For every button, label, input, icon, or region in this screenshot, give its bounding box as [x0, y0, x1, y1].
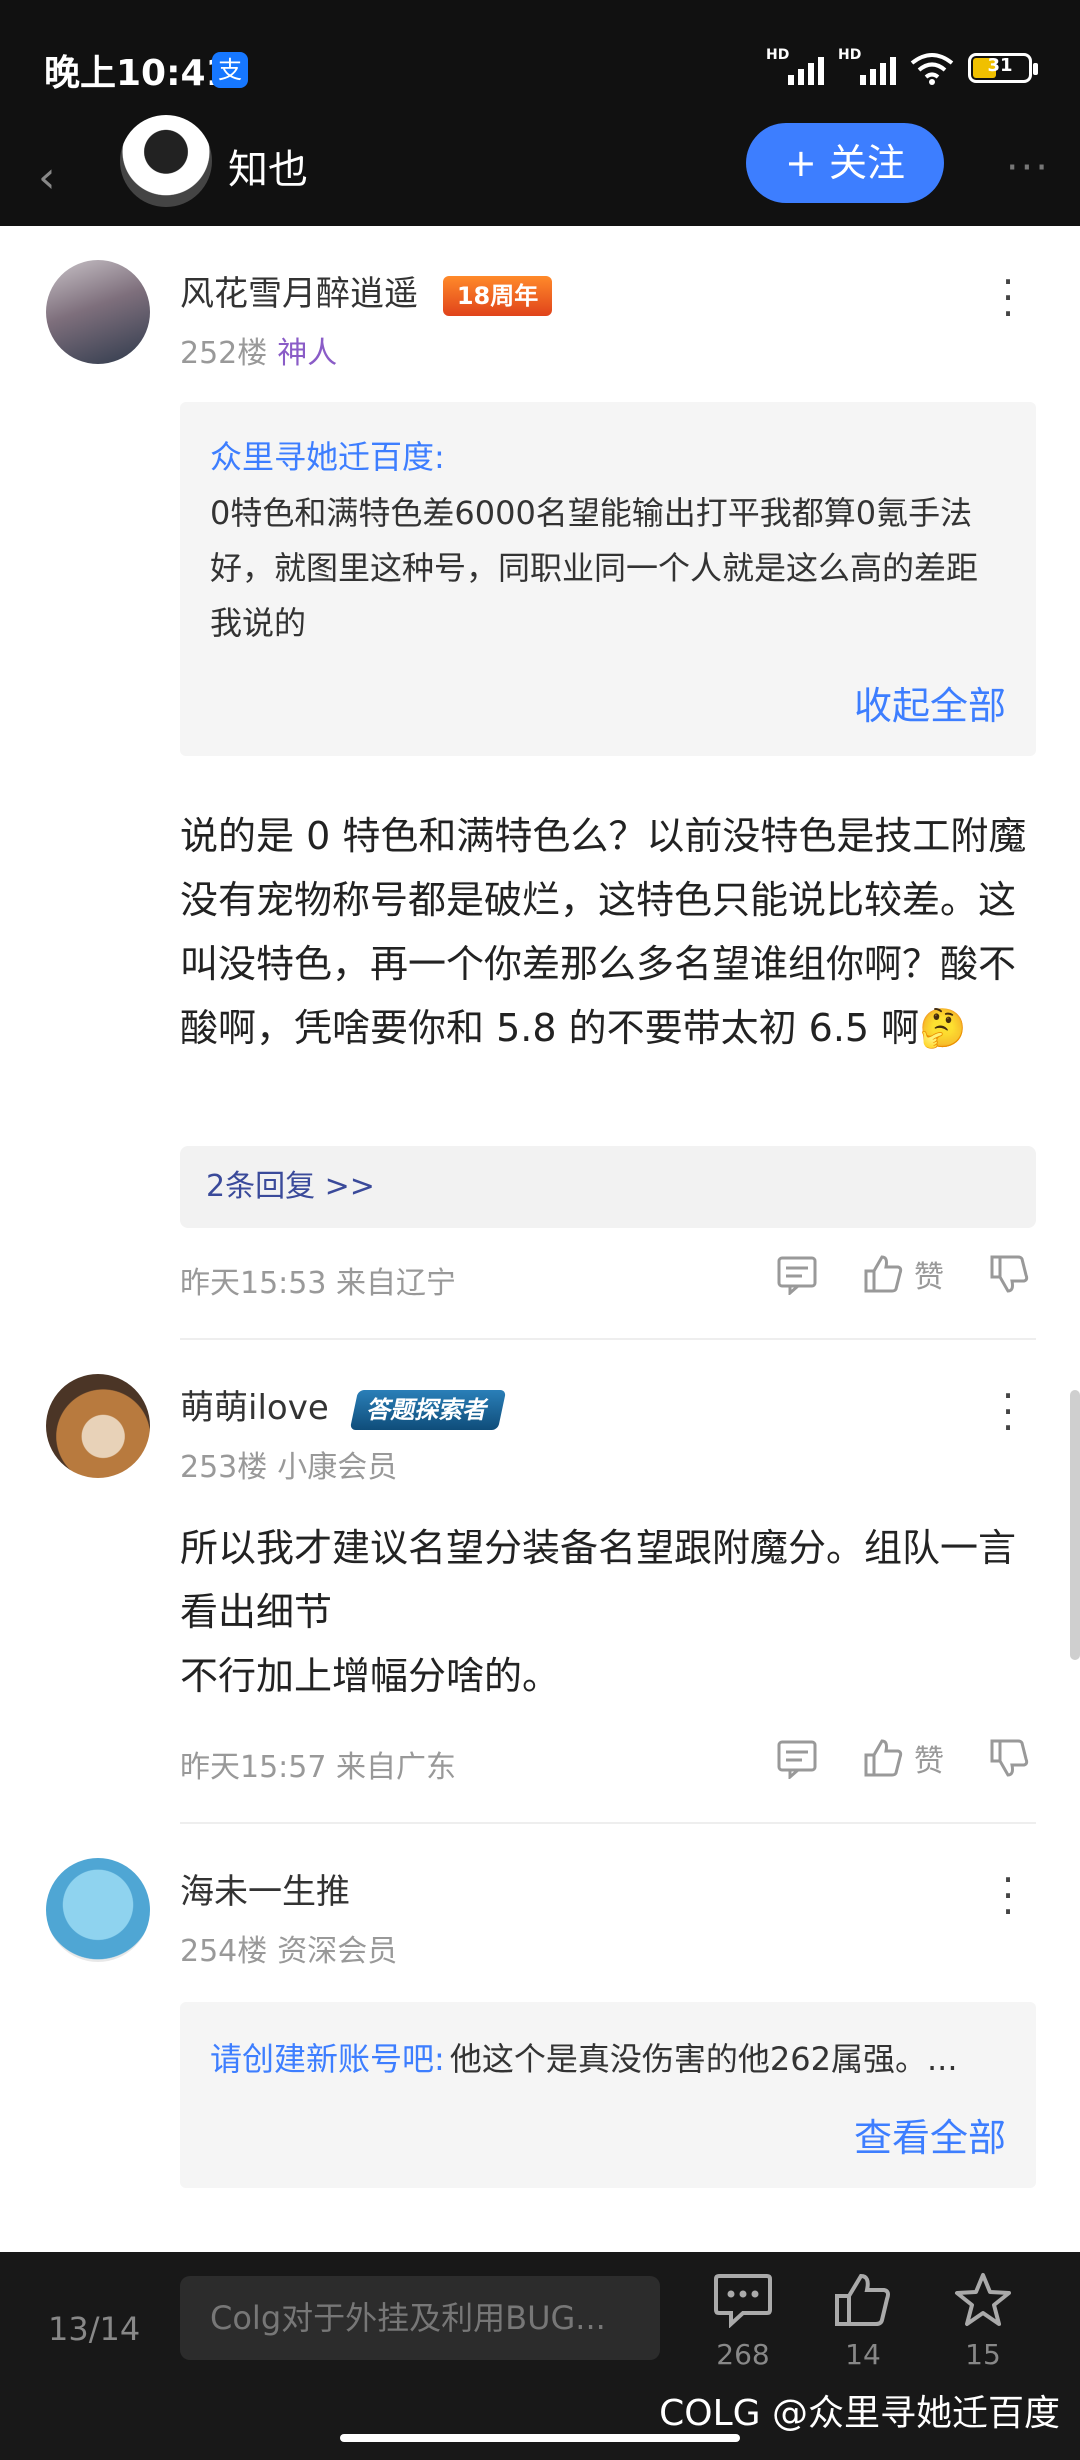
wifi-icon [910, 53, 954, 85]
like-button[interactable]: 赞 [862, 1736, 944, 1780]
thumbs-down-icon[interactable] [988, 1737, 1030, 1779]
like-count: 14 [845, 2338, 881, 2371]
comment-author[interactable]: 风花雪月醉逍遥 18周年 [180, 266, 553, 316]
comment-body-line: 不行加上增幅分啥的。 [180, 1654, 561, 1698]
user-rank: 神人 [277, 336, 338, 371]
comment-meta: 昨天15:53 来自辽宁 [180, 1266, 456, 1301]
comment-more-icon[interactable]: · · · [1002, 1861, 1014, 1931]
comments-button[interactable]: 268 [698, 2272, 788, 2371]
divider [180, 1822, 1036, 1824]
anniversary-badge: 18周年 [442, 275, 553, 316]
floor-info: 254楼 资深会员 [180, 1926, 397, 1970]
back-icon[interactable]: ‹ [38, 154, 82, 202]
signal-icon: HD [766, 47, 824, 85]
floor-info: 253楼 小康会员 [180, 1442, 397, 1486]
signal-icon-2: HD [838, 47, 896, 85]
quoted-line: 请创建新账号吧: 他这个是真没伤害的他262属强。... [210, 2032, 1006, 2087]
quoted-user[interactable]: 请创建新账号吧: [210, 2040, 445, 2078]
comment-input[interactable]: Colg对于外挂及利用BUG... [180, 2276, 660, 2360]
thumbs-up-icon [864, 1739, 903, 1777]
battery-icon: 31 [968, 53, 1038, 83]
replies-link[interactable]: 2条回复 >> [180, 1146, 1036, 1228]
quoted-user[interactable]: 众里寻她迁百度: [210, 432, 1006, 478]
comment-body-line: 所以我才建议名望分装备名望跟附魔分。组队一言看出细节 [180, 1526, 1017, 1634]
reply-icon[interactable] [776, 1253, 818, 1295]
divider [180, 1338, 1036, 1340]
collapse-button[interactable]: 收起全部 [854, 675, 1006, 730]
quoted-comment: 众里寻她迁百度: 0特色和满特色差6000名望能输出打平我都算0氪手法好，就图里… [180, 402, 1036, 756]
quoted-text: 0特色和满特色差6000名望能输出打平我都算0氪手法好，就图里这种号，同职业同一… [210, 494, 979, 642]
comment-more-icon[interactable]: · · · [1002, 1377, 1014, 1447]
comment-meta: 昨天15:57 来自广东 [180, 1750, 456, 1785]
scrollbar[interactable] [1070, 1390, 1080, 1660]
avatar[interactable] [46, 1858, 150, 1962]
comment-author[interactable]: 萌萌ilove 答题探索者 [180, 1380, 506, 1430]
author-name[interactable]: 风花雪月醉逍遥 [180, 274, 418, 314]
user-rank: 资深会员 [277, 1934, 398, 1969]
comment-actions: 赞 [776, 1252, 1030, 1296]
comment-more-icon[interactable]: · · · [1002, 263, 1014, 333]
like-post-button[interactable]: 14 [818, 2272, 908, 2371]
user-rank: 小康会员 [277, 1450, 398, 1485]
comment-body: 说的是 0 特色和满特色么？以前没特色是技工附魔没有宠物称号都是破烂，这特色只能… [180, 814, 1027, 1050]
thumbs-up-icon [864, 1255, 903, 1293]
more-icon[interactable]: ··· [1006, 145, 1050, 191]
favorite-button[interactable]: 15 [938, 2272, 1028, 2371]
floor-number: 253楼 [180, 1450, 268, 1485]
status-time: 晚上10:41 [44, 53, 231, 94]
answer-explorer-badge: 答题探索者 [349, 1389, 506, 1430]
author-name[interactable]: 知也 [228, 137, 308, 195]
avatar[interactable] [46, 1374, 150, 1478]
floor-number: 252楼 [180, 336, 268, 371]
like-label: 赞 [914, 1744, 944, 1779]
comment-actions: 赞 [776, 1736, 1030, 1780]
follow-button[interactable]: + 关注 [746, 123, 944, 203]
quoted-text: 他这个是真没伤害的他262属强。... [449, 2040, 958, 2078]
comment-body: 所以我才建议名望分装备名望跟附魔分。组队一言看出细节 不行加上增幅分啥的。 [180, 1516, 1036, 1708]
author-avatar[interactable] [120, 115, 212, 207]
like-label: 赞 [914, 1260, 944, 1295]
author-name[interactable]: 海未一生推 [180, 1872, 350, 1912]
alipay-icon: 支 [212, 52, 248, 88]
like-button[interactable]: 赞 [862, 1252, 944, 1296]
floor-info: 252楼 神人 [180, 328, 337, 372]
status-bar: 晚上10:41 支 HD HD 31 [0, 0, 1080, 130]
floor-number: 254楼 [180, 1934, 268, 1969]
quoted-comment: 请创建新账号吧: 他这个是真没伤害的他262属强。... 查看全部 [180, 2002, 1036, 2188]
comment-count: 268 [716, 2338, 770, 2371]
expand-button[interactable]: 查看全部 [854, 2107, 1006, 2162]
thumbs-up-icon [835, 2273, 890, 2326]
status-icons: HD HD 31 [766, 47, 1038, 88]
author-name[interactable]: 萌萌ilove [180, 1388, 329, 1428]
avatar[interactable] [46, 260, 150, 364]
home-indicator[interactable] [340, 2434, 740, 2442]
comment-author[interactable]: 海未一生推 [180, 1864, 350, 1913]
watermark: COLG @众里寻她迁百度 [659, 2393, 1060, 2434]
thumbs-down-icon[interactable] [988, 1253, 1030, 1295]
comment-icon [714, 2274, 772, 2329]
star-icon [955, 2273, 1011, 2326]
favorite-count: 15 [965, 2338, 1001, 2371]
page-indicator[interactable]: 13/14 [48, 2310, 140, 2348]
reply-icon[interactable] [776, 1737, 818, 1779]
